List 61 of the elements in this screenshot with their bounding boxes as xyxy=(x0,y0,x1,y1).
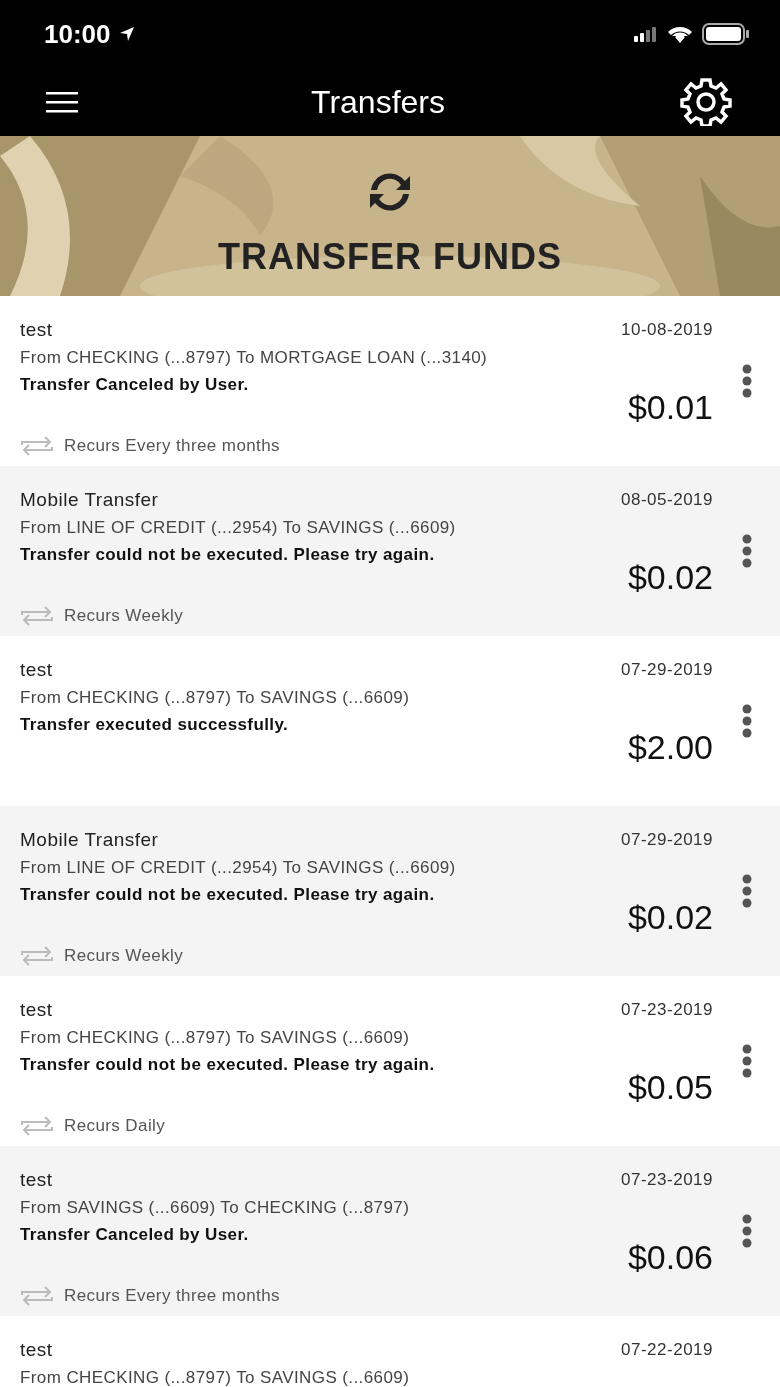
transfer-title: test xyxy=(20,318,54,342)
recurrence-label: Recurs Weekly xyxy=(64,606,184,626)
repeat-icon xyxy=(20,946,54,966)
repeat-icon xyxy=(20,1116,54,1136)
transfer-accounts: From CHECKING (...8797) To SAVINGS (...6609) xyxy=(20,1367,411,1387)
transfer-amount: $0.02 xyxy=(627,898,713,937)
transfer-title: Mobile Transfer xyxy=(20,828,160,852)
transfer-date: 07-23-2019 xyxy=(621,999,713,1021)
transfer-title: Mobile Transfer xyxy=(20,488,160,512)
transfer-status: Transfer Canceled by User. xyxy=(20,1224,250,1246)
transfer-date: 07-23-2019 xyxy=(621,1169,713,1191)
transfer-accounts: From CHECKING (...8797) To MORTGAGE LOAN (...3140) xyxy=(20,347,489,369)
more-options-button[interactable] xyxy=(741,1044,752,1078)
recurrence-label: Recurs Every three months xyxy=(64,1286,280,1306)
header-title: Transfers xyxy=(311,83,445,121)
transfer-title: test xyxy=(20,1338,54,1362)
transfer-status: Transfer could not be executed. Please try again. xyxy=(20,544,436,566)
status-time: 10:00 xyxy=(44,18,111,50)
transfer-date: 07-29-2019 xyxy=(621,659,713,681)
more-options-button[interactable] xyxy=(741,364,752,398)
wifi-icon xyxy=(666,24,694,44)
repeat-icon xyxy=(20,1286,54,1306)
transfer-accounts: From CHECKING (...8797) To SAVINGS (...6609) xyxy=(20,687,411,709)
transfer-accounts: From LINE OF CREDIT (...2954) To SAVINGS (...6609) xyxy=(20,517,457,539)
transfer-title: test xyxy=(20,1168,54,1192)
transfer-date: 08-05-2019 xyxy=(621,489,713,511)
transfer-status: Transfer could not be executed. Please try again. xyxy=(20,1054,436,1076)
recurrence-label: Recurs Daily xyxy=(64,1116,166,1136)
settings-button[interactable] xyxy=(678,78,734,126)
recurrence-label: Recurs Weekly xyxy=(64,946,184,966)
transfer-accounts: From LINE OF CREDIT (...2954) To SAVINGS (...6609) xyxy=(20,857,457,879)
transfer-amount: $0.01 xyxy=(627,388,713,427)
transfer-accounts: From CHECKING (...8797) To SAVINGS (...6609) xyxy=(20,1027,411,1049)
recurrence-label: Recurs Every three months xyxy=(64,436,280,456)
signal-icon xyxy=(634,26,658,42)
transfer-amount: $2.00 xyxy=(627,728,713,767)
transfer-title: test xyxy=(20,998,54,1022)
battery-icon xyxy=(702,23,750,45)
transfer-status: Transfer could not be executed. Please try again. xyxy=(20,884,436,906)
transfer-row[interactable]: test From SAVINGS (...6609) To CHECKING (...8797) Transfer Canceled by User. Recurs Every three months 07-23-2019 $0.06 xyxy=(0,1146,780,1316)
transfer-amount: $0.02 xyxy=(627,558,713,597)
transfer-status: Transfer Canceled by User. xyxy=(20,374,250,396)
more-options-button[interactable] xyxy=(741,704,752,738)
repeat-icon xyxy=(20,436,54,456)
transfer-accounts: From SAVINGS (...6609) To CHECKING (...8797) xyxy=(20,1197,411,1219)
transfer-row[interactable]: Mobile Transfer From LINE OF CREDIT (...2954) To SAVINGS (...6609) Transfer could not be executed. Please try again. Recurs Weekly 07-29-2019 $0.02 xyxy=(0,806,780,976)
banner-title: TRANSFER FUNDS xyxy=(218,236,562,278)
transfer-amount: $0.05 xyxy=(627,1068,713,1107)
transfer-row[interactable]: Mobile Transfer From LINE OF CREDIT (...2954) To SAVINGS (...6609) Transfer could not be executed. Please try again. Recurs Weekly 08-05-2019 $0.02 xyxy=(0,466,780,636)
transfer-date: 10-08-2019 xyxy=(621,319,713,341)
more-options-button[interactable] xyxy=(741,1214,752,1248)
transfer-date: 07-22-2019 xyxy=(621,1339,713,1361)
more-options-button[interactable] xyxy=(741,874,752,908)
transfer-amount: $0.06 xyxy=(627,1238,713,1277)
more-options-button[interactable] xyxy=(741,534,752,568)
transfer-status: Transfer executed successfully. xyxy=(20,714,290,736)
repeat-icon xyxy=(20,606,54,626)
location-arrow-icon xyxy=(118,26,135,42)
menu-button[interactable] xyxy=(46,90,78,114)
transfer-title: test xyxy=(20,658,54,682)
transfer-date: 07-29-2019 xyxy=(621,829,713,851)
